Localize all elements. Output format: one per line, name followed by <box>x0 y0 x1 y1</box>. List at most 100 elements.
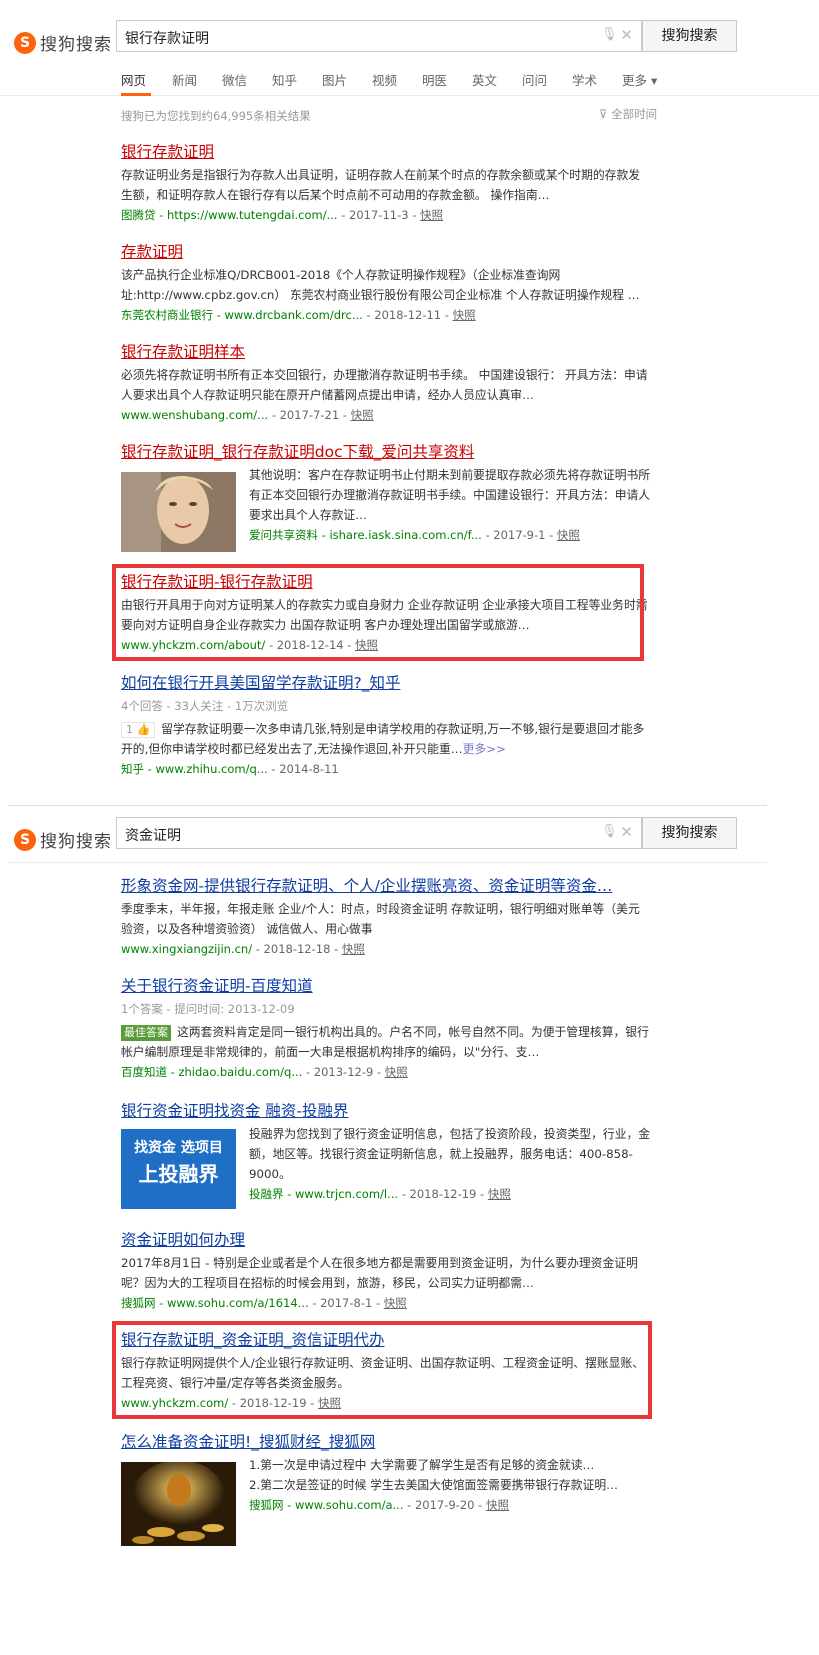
sogou-logo-icon: S <box>14 31 36 54</box>
result-date: - 2018-12-19 - <box>401 1187 485 1201</box>
header-divider <box>8 862 767 863</box>
result-url[interactable]: 百度知道 - zhidao.baidu.com/q... <box>121 1065 302 1079</box>
time-filter[interactable]: ⊽ 全部时间 <box>599 106 657 122</box>
trjcn-ad-image[interactable]: 找资金 选项目 上投融界 <box>121 1129 236 1209</box>
screenshot-divider <box>8 805 767 806</box>
snapshot-link[interactable]: 快照 <box>384 1296 407 1310</box>
snapshot-link[interactable]: 快照 <box>488 1187 511 1201</box>
result-url-line: 图腾贷 - https://www.tutengdai.com/... - 20… <box>121 205 651 225</box>
result-date: - 2017-11-3 - <box>341 208 417 222</box>
result-description: 2017年8月1日 - 特别是企业或者是个人在很多地方都是需要用到资金证明，为什… <box>121 1256 638 1290</box>
ad-text-line2: 上投融界 <box>138 1162 219 1186</box>
result-url[interactable]: www.xingxiangzijin.cn/ <box>121 942 252 956</box>
result-url-line: 爱问共享资料 - ishare.iask.sina.com.cn/f... - … <box>249 525 651 545</box>
result-thumbnail[interactable] <box>121 1460 236 1546</box>
tab-more[interactable]: 更多 ▾ <box>622 70 657 89</box>
result-meta: 1个答案 - 提问时间: 2013-12-09 <box>121 1002 295 1016</box>
snapshot-link[interactable]: 快照 <box>453 308 476 322</box>
microphone-icon[interactable]: 🎙 <box>601 824 618 842</box>
microphone-icon[interactable]: 🎙 <box>601 27 618 45</box>
result-body: 其他说明：客户在存款证明书止付期未到前要提取存款必须先将存款证明书所有正本交回银… <box>249 465 651 545</box>
result-description: 1 👍 留学存款证明要一次多申请几张,特别是申请学校用的存款证明,万一不够,银行是… <box>121 719 651 759</box>
result-url[interactable]: www.wenshubang.com/... <box>121 408 268 422</box>
result-description-2: 2.第二次是签证的时候 学生去美国大使馆面签需要携带银行存款证明… <box>249 1478 618 1492</box>
snapshot-link[interactable]: 快照 <box>420 208 443 222</box>
result-title[interactable]: 存款证明 <box>121 242 651 262</box>
result-description: 投融界为您找到了银行资金证明信息，包括了投资阶段，投资类型，行业，金额，地区等。… <box>249 1127 651 1181</box>
result-url[interactable]: 知乎 - www.zhihu.com/q... <box>121 762 268 776</box>
filter-icon: ⊽ <box>599 107 612 121</box>
search-result: 银行存款证明_银行存款证明doc下载_爱问共享资料 其他说明：客户在存款证明书止… <box>121 442 651 552</box>
tab-medical[interactable]: 明医 <box>422 70 447 89</box>
result-url[interactable]: 东莞农村商业银行 - www.drcbank.com/drc... <box>121 308 363 322</box>
snapshot-link[interactable]: 快照 <box>351 408 374 422</box>
result-title[interactable]: 如何在银行开具美国留学存款证明?_知乎 <box>121 673 651 693</box>
result-url-line: 百度知道 - zhidao.baidu.com/q... - 2013-12-9… <box>121 1062 651 1082</box>
result-url-line: www.xingxiangzijin.cn/ - 2018-12-18 - 快照 <box>121 939 651 959</box>
answer-text: 留学存款证明要一次多申请几张,特别是申请学校用的存款证明,万一不够,银行是要退回… <box>121 722 645 756</box>
result-date: - 2014-8-11 <box>271 762 339 776</box>
tab-images[interactable]: 图片 <box>322 70 347 89</box>
tab-english[interactable]: 英文 <box>472 70 497 89</box>
result-date: - 2018-12-18 - <box>255 942 339 956</box>
sogou-logo[interactable]: S 搜狗搜索 <box>14 30 112 55</box>
search-query: 银行存款证明 <box>125 31 209 47</box>
tab-web[interactable]: 网页 <box>121 70 146 89</box>
tab-news[interactable]: 新闻 <box>172 70 197 89</box>
result-title[interactable]: 银行资金证明找资金 融资-投融界 <box>121 1101 651 1121</box>
result-title[interactable]: 银行存款证明样本 <box>121 342 651 362</box>
search-input[interactable]: 资金证明 🎙 ✕ <box>116 817 642 849</box>
result-description: 存款证明业务是指银行为存款人出具证明，证明存款人在前某个时点的存款余额或某个时期… <box>121 168 641 202</box>
result-url[interactable]: 图腾贷 - https://www.tutengdai.com/... <box>121 208 338 222</box>
sogou-logo[interactable]: S 搜狗搜索 <box>14 827 112 852</box>
clear-icon[interactable]: ✕ <box>620 26 633 44</box>
result-meta: 4个回答 - 33人关注 - 1万次浏览 <box>121 699 289 713</box>
snapshot-link[interactable]: 快照 <box>486 1498 509 1512</box>
highlight-box <box>112 564 644 661</box>
result-url-line: 投融界 - www.trjcn.com/l... - 2018-12-19 - … <box>249 1184 651 1204</box>
tab-video[interactable]: 视频 <box>372 70 397 89</box>
sogou-logo-text: 搜狗搜索 <box>40 832 112 852</box>
result-url-line: 知乎 - www.zhihu.com/q... - 2014-8-11 <box>121 759 651 779</box>
search-result: 怎么准备资金证明!_搜狐财经_搜狐网 1.第一次是申请过程中 大学需要了解学生是… <box>121 1432 651 1546</box>
result-url[interactable]: 搜狐网 - www.sohu.com/a/1614... <box>121 1296 309 1310</box>
tab-scholar[interactable]: 学术 <box>572 70 597 89</box>
more-link[interactable]: 更多>> <box>463 742 506 756</box>
result-title[interactable]: 资金证明如何办理 <box>121 1230 651 1250</box>
result-date: - 2017-7-21 - <box>271 408 347 422</box>
snapshot-link[interactable]: 快照 <box>385 1065 408 1079</box>
portrait-image <box>121 472 236 552</box>
result-title[interactable]: 关于银行资金证明-百度知道 <box>121 976 651 996</box>
search-result: 资金证明如何办理 2017年8月1日 - 特别是企业或者是个人在很多地方都是需要… <box>121 1230 651 1313</box>
tab-weixin[interactable]: 微信 <box>222 70 247 89</box>
result-title[interactable]: 形象资金网-提供银行存款证明、个人/企业摆账亮资、资金证明等资金… <box>121 876 651 896</box>
tab-wenwen[interactable]: 问问 <box>522 70 547 89</box>
ad-text-line1: 找资金 选项目 <box>134 1140 223 1156</box>
active-tab-indicator <box>121 93 151 96</box>
result-url[interactable]: 搜狐网 - www.sohu.com/a... <box>249 1498 404 1512</box>
result-url-line: 搜狐网 - www.sohu.com/a/1614... - 2017-8-1 … <box>121 1293 651 1313</box>
search-input[interactable]: 银行存款证明 🎙 ✕ <box>116 20 642 52</box>
result-url-line: www.wenshubang.com/... - 2017-7-21 - 快照 <box>121 405 651 425</box>
best-answer-badge: 最佳答案 <box>121 1025 171 1041</box>
result-thumbnail[interactable] <box>121 472 236 552</box>
search-button[interactable]: 搜狗搜索 <box>642 20 737 52</box>
search-result: 银行资金证明找资金 融资-投融界 找资金 选项目 上投融界 投融界为您找到了银行… <box>121 1101 651 1209</box>
result-title[interactable]: 怎么准备资金证明!_搜狐财经_搜狐网 <box>121 1432 651 1452</box>
search-query: 资金证明 <box>125 828 181 844</box>
result-url[interactable]: 爱问共享资料 - ishare.iask.sina.com.cn/f... <box>249 528 482 542</box>
result-title[interactable]: 银行存款证明_银行存款证明doc下载_爱问共享资料 <box>121 442 651 462</box>
result-date: - 2017-9-20 - <box>407 1498 483 1512</box>
tab-zhihu[interactable]: 知乎 <box>272 70 297 89</box>
snapshot-link[interactable]: 快照 <box>342 942 365 956</box>
highlight-box <box>112 1321 652 1419</box>
snapshot-link[interactable]: 快照 <box>557 528 580 542</box>
result-url-line: 东莞农村商业银行 - www.drcbank.com/drc... - 2018… <box>121 305 651 325</box>
result-description: 必须先将存款证明书所有正本交回银行，办理撤消存款证明书手续。 中国建设银行： 开… <box>121 368 648 402</box>
time-filter-label: 全部时间 <box>611 107 658 121</box>
result-url[interactable]: 投融界 - www.trjcn.com/l... <box>249 1187 398 1201</box>
clear-icon[interactable]: ✕ <box>620 823 633 841</box>
result-title[interactable]: 银行存款证明 <box>121 142 651 162</box>
search-button[interactable]: 搜狗搜索 <box>642 817 737 849</box>
result-description: 季度季末，半年报，年报走账 企业/个人：时点，时段资金证明 存款证明，银行明细对… <box>121 902 640 936</box>
